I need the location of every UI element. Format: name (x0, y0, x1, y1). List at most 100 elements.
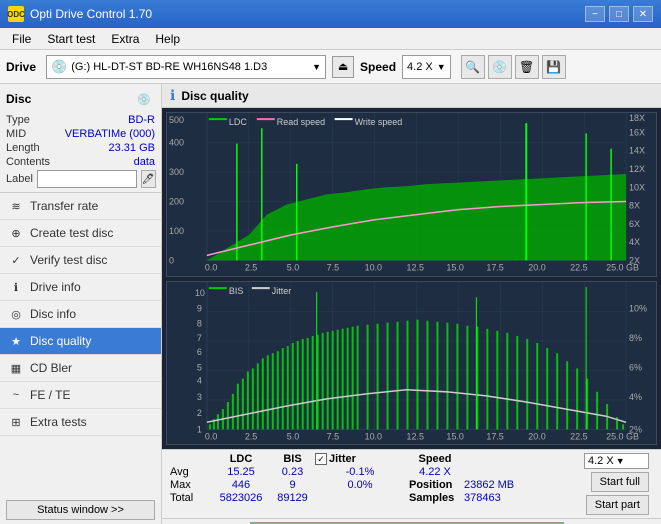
disc-type-row: Type BD-R (6, 114, 155, 126)
bis-col-header: BIS (270, 453, 315, 465)
disc-label-label: Label (6, 173, 33, 185)
disc-icon-btn[interactable]: 💿 (488, 55, 512, 79)
disc-quality-icon: ★ (8, 333, 24, 349)
bis-chart: 1 2 3 4 5 6 7 8 9 10 2% 4% 6% (166, 281, 657, 446)
svg-text:8X: 8X (629, 200, 640, 210)
sidebar-item-extra-tests[interactable]: ⊞ Extra tests (0, 409, 161, 436)
avg-jitter: -0.1% (315, 466, 405, 478)
disc-refresh-btn[interactable]: 💿 (133, 88, 155, 110)
jitter-checkbox[interactable]: ✓ (315, 453, 327, 465)
title-bar: ODC Opti Drive Control 1.70 − □ ✕ (0, 0, 661, 28)
svg-text:8%: 8% (629, 333, 642, 343)
sidebar-item-drive-info-label: Drive info (30, 280, 81, 294)
svg-text:17.5: 17.5 (486, 263, 503, 273)
close-button[interactable]: ✕ (633, 6, 653, 22)
svg-text:300: 300 (169, 167, 184, 177)
disc-panel: Disc 💿 Type BD-R MID VERBATIMe (000) Len… (0, 84, 161, 193)
sidebar-item-extra-tests-label: Extra tests (30, 415, 87, 429)
svg-text:6%: 6% (629, 362, 642, 372)
svg-text:200: 200 (169, 196, 184, 206)
sidebar-item-drive-info[interactable]: ℹ Drive info (0, 274, 161, 301)
erase-icon-btn[interactable]: 🗑 (515, 55, 539, 79)
svg-text:12.5: 12.5 (407, 263, 424, 273)
samples-label: Samples (409, 492, 464, 504)
drive-value: (G:) HL-DT-ST BD-RE WH16NS48 1.D3 (71, 61, 308, 73)
quality-header-title: Disc quality (181, 89, 248, 103)
svg-text:0: 0 (169, 255, 174, 265)
menu-file[interactable]: File (4, 30, 39, 48)
cd-bler-icon: ▦ (8, 360, 24, 376)
menu-help[interactable]: Help (147, 30, 188, 48)
scan-icon-btn[interactable]: 🔍 (461, 55, 485, 79)
ldc-chart-wrapper: 0 100 200 300 400 500 2X 4X 6X 8X 10X 12… (166, 112, 657, 277)
svg-text:15.0: 15.0 (446, 431, 463, 441)
speed-dropdown-value: 4.2 X (588, 455, 614, 467)
disc-contents-label: Contents (6, 156, 50, 168)
window-controls: − □ ✕ (585, 6, 653, 22)
disc-type-value: BD-R (128, 114, 155, 126)
disc-label-input[interactable] (37, 170, 137, 188)
jitter-checkbox-group: ✓ Jitter (315, 453, 405, 465)
stats-bar: LDC BIS ✓ Jitter Speed Avg 15.25 0.23 (162, 449, 661, 518)
max-bis: 9 (270, 479, 315, 491)
sidebar-item-verify-test-disc[interactable]: ✓ Verify test disc (0, 247, 161, 274)
sidebar-item-disc-quality[interactable]: ★ Disc quality (0, 328, 161, 355)
svg-text:Write speed: Write speed (355, 117, 403, 127)
svg-text:0.0: 0.0 (205, 431, 217, 441)
start-part-button[interactable]: Start part (586, 495, 649, 515)
extra-tests-icon: ⊞ (8, 414, 24, 430)
save-icon-btn[interactable]: 💾 (542, 55, 566, 79)
svg-text:2.5: 2.5 (245, 263, 257, 273)
disc-title: Disc (6, 92, 31, 106)
sidebar-item-fe-te[interactable]: ~ FE / TE (0, 382, 161, 409)
svg-text:BIS: BIS (229, 286, 243, 296)
svg-text:25.0 GB: 25.0 GB (606, 431, 639, 441)
avg-label: Avg (170, 466, 212, 478)
sidebar-item-transfer-rate[interactable]: ≋ Transfer rate (0, 193, 161, 220)
sidebar-item-disc-quality-label: Disc quality (30, 334, 91, 348)
eject-button[interactable]: ⏏ (332, 56, 354, 78)
title-bar-left: ODC Opti Drive Control 1.70 (8, 6, 152, 22)
svg-text:3: 3 (197, 392, 202, 402)
menu-extra[interactable]: Extra (103, 30, 147, 48)
svg-text:5.0: 5.0 (287, 263, 299, 273)
bis-chart-svg: 1 2 3 4 5 6 7 8 9 10 2% 4% 6% (167, 282, 656, 445)
svg-text:7: 7 (197, 333, 202, 343)
quality-header: ℹ Disc quality (162, 84, 661, 108)
speed-dropdown[interactable]: 4.2 X ▼ (584, 453, 649, 469)
disc-mid-label: MID (6, 128, 26, 140)
menu-start-test[interactable]: Start test (39, 30, 103, 48)
sidebar-item-cd-bler-label: CD Bler (30, 361, 72, 375)
sidebar-item-create-test-disc[interactable]: ⊕ Create test disc (0, 220, 161, 247)
svg-text:4X: 4X (629, 237, 640, 247)
svg-text:15.0: 15.0 (446, 263, 463, 273)
disc-contents-value: data (134, 156, 155, 168)
status-window-button[interactable]: Status window >> (6, 500, 155, 520)
svg-text:18X: 18X (629, 113, 645, 123)
sidebar-item-disc-info[interactable]: ◎ Disc info (0, 301, 161, 328)
sidebar-item-fe-te-label: FE / TE (30, 388, 70, 402)
disc-label-icon-btn[interactable]: 🖊 (141, 170, 156, 188)
svg-text:Jitter: Jitter (272, 286, 291, 296)
drive-selector[interactable]: 💿 (G:) HL-DT-ST BD-RE WH16NS48 1.D3 ▼ (46, 55, 326, 79)
start-full-button[interactable]: Start full (591, 472, 649, 492)
avg-ldc: 15.25 (212, 466, 270, 478)
avg-speed: 4.22 X (405, 466, 465, 478)
charts-area: 0 100 200 300 400 500 2X 4X 6X 8X 10X 12… (162, 108, 661, 449)
svg-text:25.0 GB: 25.0 GB (606, 263, 639, 273)
total-ldc: 5823026 (212, 492, 270, 504)
app-icon: ODC (8, 6, 24, 22)
sidebar-item-cd-bler[interactable]: ▦ CD Bler (0, 355, 161, 382)
create-test-disc-icon: ⊕ (8, 225, 24, 241)
maximize-button[interactable]: □ (609, 6, 629, 22)
svg-text:7.5: 7.5 (327, 263, 339, 273)
speed-value: 4.2 X (407, 61, 433, 73)
svg-text:10%: 10% (629, 303, 647, 313)
disc-length-label: Length (6, 142, 40, 154)
transfer-rate-icon: ≋ (8, 198, 24, 214)
disc-header: Disc 💿 (6, 88, 155, 110)
svg-text:8: 8 (197, 318, 202, 328)
minimize-button[interactable]: − (585, 6, 605, 22)
bis-chart-wrapper: 1 2 3 4 5 6 7 8 9 10 2% 4% 6% (166, 281, 657, 446)
speed-selector[interactable]: 4.2 X ▼ (402, 55, 451, 79)
